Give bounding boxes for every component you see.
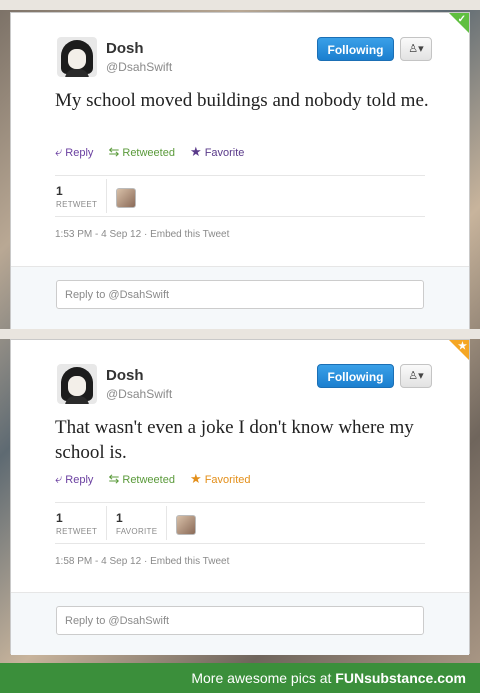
favorite-stat-label: FAVORITE	[116, 527, 158, 536]
tweet-card: ✓ Dosh @DsahSwift Following ♙▾ My school…	[10, 12, 470, 329]
footer-brand[interactable]: FUNsubstance.com	[335, 670, 466, 686]
favorite-label: Favorite	[204, 147, 245, 159]
retweet-label: Retweeted	[122, 147, 175, 159]
tweet-actions: ⤶ Reply ⇆ Retweeted ★ Favorited	[55, 471, 263, 487]
tweet-card: ★ Dosh @DsahSwift Following ♙▾ That wasn…	[10, 339, 470, 655]
corner-check-icon: ✓	[457, 14, 466, 25]
tweet-actions: ⤶ Reply ⇆ Retweeted ★ Favorite	[55, 144, 256, 160]
favorite-action[interactable]: ★ Favorited	[190, 471, 251, 487]
retweeter-avatar[interactable]	[116, 188, 136, 208]
divider	[55, 175, 425, 176]
stat-divider	[166, 506, 167, 540]
timestamp[interactable]: 1:58 PM - 4 Sep 12	[55, 556, 141, 567]
corner-star-icon: ★	[458, 341, 467, 352]
reply-area: Reply to @DsahSwift	[11, 266, 469, 329]
divider	[55, 502, 425, 503]
timestamp[interactable]: 1:53 PM - 4 Sep 12	[55, 229, 141, 240]
following-button[interactable]: Following	[317, 37, 394, 61]
embed-link[interactable]: Embed this Tweet	[150, 229, 229, 240]
favorite-label: Favorited	[204, 474, 251, 486]
retweet-stat-label: RETWEET	[56, 200, 98, 209]
avatar[interactable]	[57, 364, 97, 404]
tweet-text: My school moved buildings and nobody tol…	[55, 90, 429, 111]
user-dropdown-icon[interactable]: ♙▾	[400, 37, 432, 61]
retweet-action[interactable]: ⇆ Retweeted	[108, 471, 175, 487]
retweet-count: 1	[56, 511, 63, 525]
reply-input[interactable]: Reply to @DsahSwift	[56, 606, 424, 635]
user-handle[interactable]: @DsahSwift	[106, 387, 172, 401]
favorite-stat[interactable]: 1 FAVORITE	[116, 511, 157, 536]
top-band	[0, 0, 480, 10]
retweet-stat[interactable]: 1 RETWEET	[56, 184, 97, 209]
avatar[interactable]	[57, 37, 97, 77]
favorite-action[interactable]: ★ Favorite	[190, 144, 244, 160]
retweet-count: 1	[56, 184, 63, 198]
reply-action[interactable]: ⤶ Reply	[55, 471, 93, 487]
retweet-action[interactable]: ⇆ Retweeted	[108, 144, 175, 160]
tweet-meta: 1:53 PM - 4 Sep 12 · Embed this Tweet	[55, 229, 230, 240]
stat-divider	[106, 506, 107, 540]
star-icon: ★	[190, 144, 202, 159]
reply-action[interactable]: ⤶ Reply	[55, 144, 93, 160]
tweet-meta: 1:58 PM - 4 Sep 12 · Embed this Tweet	[55, 556, 230, 567]
user-dropdown-icon[interactable]: ♙▾	[400, 364, 432, 388]
favorite-count: 1	[116, 511, 123, 525]
reply-label: Reply	[65, 147, 94, 159]
divider	[55, 216, 425, 217]
reply-arrow-icon: ⤶	[55, 144, 63, 159]
reply-label: Reply	[65, 474, 94, 486]
star-icon: ★	[190, 471, 202, 486]
retweet-stat[interactable]: 1 RETWEET	[56, 511, 97, 536]
embed-link[interactable]: Embed this Tweet	[150, 556, 229, 567]
retweet-stat-label: RETWEET	[56, 527, 98, 536]
user-handle[interactable]: @DsahSwift	[106, 60, 172, 74]
following-button[interactable]: Following	[317, 364, 394, 388]
retweet-icon: ⇆	[108, 471, 120, 486]
tweet-text: That wasn't even a joke I don't know whe…	[55, 417, 414, 463]
retweet-icon: ⇆	[108, 144, 120, 159]
retweeter-avatar[interactable]	[176, 515, 196, 535]
user-name[interactable]: Dosh	[106, 367, 144, 384]
user-name[interactable]: Dosh	[106, 40, 144, 57]
divider	[55, 543, 425, 544]
retweet-label: Retweeted	[122, 474, 175, 486]
stat-divider	[106, 179, 107, 213]
middle-band	[0, 329, 480, 339]
reply-arrow-icon: ⤶	[55, 471, 63, 486]
reply-input[interactable]: Reply to @DsahSwift	[56, 280, 424, 309]
watermark-footer: More awesome pics at FUNsubstance.com	[0, 663, 480, 693]
reply-area: Reply to @DsahSwift	[11, 592, 469, 655]
footer-text: More awesome pics at	[191, 670, 336, 686]
